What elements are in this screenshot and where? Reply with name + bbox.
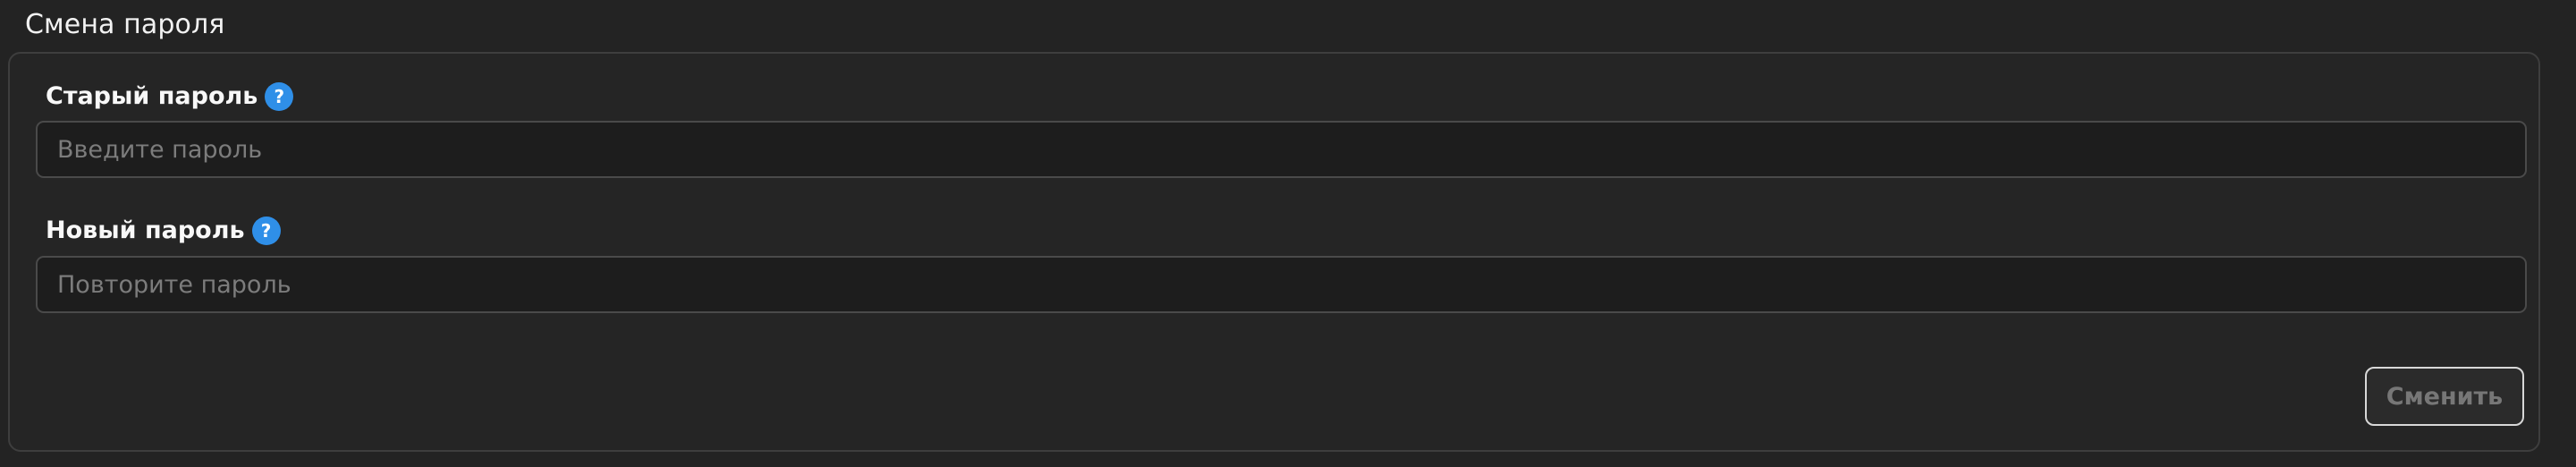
- help-question-icon[interactable]: ?: [251, 217, 281, 245]
- new-password-label: Новый пароль: [46, 217, 245, 244]
- new-password-label-group: Новый пароль ?: [46, 215, 281, 247]
- change-password-button[interactable]: Сменить: [2365, 367, 2524, 426]
- page-title: Смена пароля: [25, 9, 225, 40]
- old-password-input[interactable]: [36, 121, 2527, 178]
- password-change-card: Старый пароль ? Новый пароль ? Сменить: [8, 52, 2540, 452]
- new-password-input[interactable]: [36, 256, 2527, 313]
- old-password-label-group: Старый пароль ?: [46, 81, 294, 113]
- old-password-label: Старый пароль: [46, 82, 258, 110]
- help-question-icon[interactable]: ?: [265, 82, 294, 111]
